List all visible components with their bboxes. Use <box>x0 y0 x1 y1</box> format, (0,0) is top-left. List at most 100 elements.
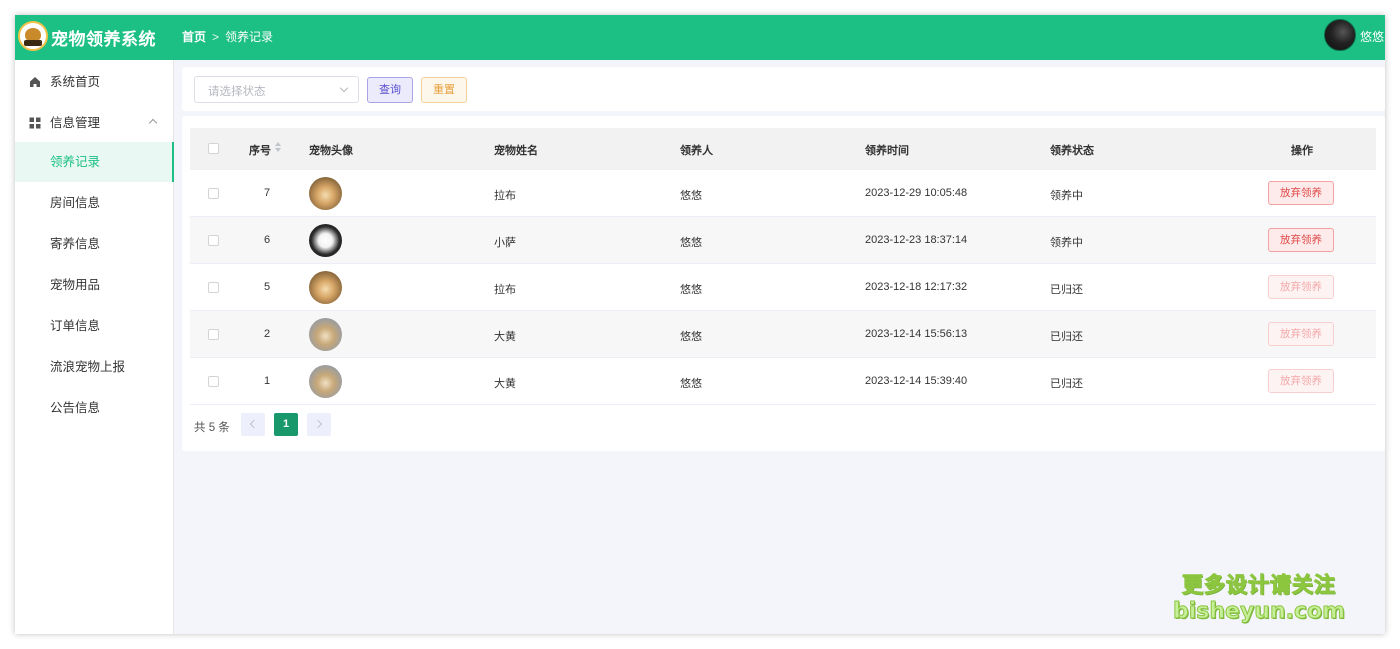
table-row: 7 拉布 悠悠 2023-12-29 10:05:48 领养中 放弃领养 <box>190 170 1376 217</box>
records-table: 序号 宠物头像 宠物姓名 领养人 领养时间 领养状态 操作 7 拉布 悠悠 20… <box>182 116 1385 451</box>
cell-status: 已归还 <box>1050 284 1083 296</box>
cell-time: 2023-12-29 10:05:48 <box>865 187 968 199</box>
chevron-down-icon <box>339 83 349 93</box>
sidebar-item-info-management[interactable]: 信息管理 <box>15 103 174 143</box>
home-icon <box>30 77 40 87</box>
sidebar-item-label: 房间信息 <box>50 196 101 210</box>
reset-button[interactable]: 重置 <box>421 77 467 103</box>
cell-adopter: 悠悠 <box>680 190 702 202</box>
abandon-adoption-button[interactable]: 放弃领养 <box>1268 322 1334 346</box>
cell-status: 已归还 <box>1050 378 1083 390</box>
pet-avatar <box>309 365 342 398</box>
top-header: 宠物领养系统 首页 > 领养记录 悠悠 <box>15 15 1385 60</box>
pet-avatar <box>309 271 342 304</box>
column-header-time: 领养时间 <box>865 145 909 157</box>
cell-no: 5 <box>264 281 271 293</box>
abandon-adoption-button[interactable]: 放弃领养 <box>1268 228 1334 252</box>
sidebar-item-order-info[interactable]: 订单信息 <box>15 306 174 346</box>
row-checkbox[interactable] <box>208 282 219 293</box>
column-header-status: 领养状态 <box>1050 145 1094 157</box>
row-checkbox[interactable] <box>208 188 219 199</box>
user-name[interactable]: 悠悠 <box>1360 28 1384 45</box>
sidebar-item-boarding-info[interactable]: 寄养信息 <box>15 224 174 264</box>
query-button[interactable]: 查询 <box>367 77 413 103</box>
sidebar-item-pet-supplies[interactable]: 宠物用品 <box>15 265 174 305</box>
sidebar-item-label: 公告信息 <box>50 401 101 415</box>
row-checkbox[interactable] <box>208 235 219 246</box>
column-header-avatar: 宠物头像 <box>309 145 353 157</box>
cell-adopter: 悠悠 <box>680 331 702 343</box>
dog-logo-icon <box>18 21 48 51</box>
prev-page-button[interactable] <box>241 413 265 436</box>
cell-time: 2023-12-18 12:17:32 <box>865 281 968 293</box>
column-header-no: 序号 <box>249 145 271 157</box>
row-checkbox[interactable] <box>208 329 219 340</box>
cell-adopter: 悠悠 <box>680 378 702 390</box>
select-all-checkbox[interactable] <box>208 143 219 154</box>
table-row: 6 小萨 悠悠 2023-12-23 18:37:14 领养中 放弃领养 <box>190 217 1376 264</box>
sort-icon[interactable] <box>275 142 282 154</box>
sidebar-item-label: 寄养信息 <box>50 237 101 251</box>
cell-pet-name: 大黄 <box>494 378 516 390</box>
cell-pet-name: 拉布 <box>494 190 516 202</box>
user-avatar[interactable] <box>1324 19 1356 51</box>
status-select-placeholder: 请选择状态 <box>208 86 266 98</box>
abandon-adoption-button[interactable]: 放弃领养 <box>1268 275 1334 299</box>
breadcrumb-current: 领养记录 <box>225 30 274 44</box>
cell-no: 7 <box>264 187 271 199</box>
cell-no: 2 <box>264 328 271 340</box>
breadcrumb-home[interactable]: 首页 <box>182 30 206 44</box>
pet-avatar <box>309 224 342 257</box>
abandon-adoption-button[interactable]: 放弃领养 <box>1268 181 1334 205</box>
cell-adopter: 悠悠 <box>680 237 702 249</box>
column-header-actions: 操作 <box>1291 145 1313 157</box>
table-row: 5 拉布 悠悠 2023-12-18 12:17:32 已归还 放弃领养 <box>190 264 1376 311</box>
app-window: 宠物领养系统 首页 > 领养记录 悠悠 系统首页 信息管理 领养记录 房间信息 寄养… <box>15 15 1385 634</box>
breadcrumb-separator: > <box>212 30 220 44</box>
sidebar: 系统首页 信息管理 领养记录 房间信息 寄养信息 宠物用品 订单信息 流浪宠物上… <box>15 60 174 634</box>
total-count: 共 5 条 <box>194 422 230 434</box>
cell-pet-name: 拉布 <box>494 284 516 296</box>
column-header-adopter: 领养人 <box>680 145 713 157</box>
sidebar-item-label: 系统首页 <box>50 75 101 89</box>
pet-avatar <box>309 177 342 210</box>
cell-time: 2023-12-23 18:37:14 <box>865 234 968 246</box>
cell-time: 2023-12-14 15:39:40 <box>865 375 968 387</box>
breadcrumb: 首页 > 领养记录 <box>182 28 273 45</box>
sidebar-item-label: 流浪宠物上报 <box>50 360 126 374</box>
cell-status: 已归还 <box>1050 331 1083 343</box>
cell-status: 领养中 <box>1050 237 1083 249</box>
cell-pet-name: 小萨 <box>494 237 516 249</box>
sidebar-item-label: 信息管理 <box>50 116 101 130</box>
watermark-line1: 更多设计请关注 <box>1182 574 1337 598</box>
next-page-button[interactable] <box>307 413 331 436</box>
sidebar-item-adoption-records[interactable]: 领养记录 <box>15 142 174 182</box>
cell-pet-name: 大黄 <box>494 331 516 343</box>
sidebar-item-room-info[interactable]: 房间信息 <box>15 183 174 223</box>
cell-no: 6 <box>264 234 271 246</box>
cell-status: 领养中 <box>1050 190 1083 202</box>
search-bar: 请选择状态 查询 重置 <box>182 67 1385 111</box>
watermark-line2: bisheyun.com <box>1172 599 1346 624</box>
abandon-adoption-button[interactable]: 放弃领养 <box>1268 369 1334 393</box>
page-1-button[interactable]: 1 <box>274 413 298 436</box>
sidebar-item-label: 订单信息 <box>50 319 101 333</box>
sidebar-item-label: 宠物用品 <box>50 278 101 292</box>
table-row: 1 大黄 悠悠 2023-12-14 15:39:40 已归还 放弃领养 <box>190 358 1376 405</box>
app-title: 宠物领养系统 <box>51 30 156 49</box>
grid-icon <box>29 117 41 129</box>
chevron-up-icon <box>148 118 158 128</box>
sidebar-item-announcements[interactable]: 公告信息 <box>15 388 174 428</box>
row-checkbox[interactable] <box>208 376 219 387</box>
cell-time: 2023-12-14 15:56:13 <box>865 328 968 340</box>
cell-no: 1 <box>264 375 271 387</box>
cell-adopter: 悠悠 <box>680 284 702 296</box>
watermark: 更多设计请关注 bisheyun.com <box>1172 572 1346 625</box>
pet-avatar <box>309 318 342 351</box>
status-select[interactable]: 请选择状态 <box>194 76 359 103</box>
sidebar-item-label: 领养记录 <box>50 155 101 169</box>
table-header: 序号 宠物头像 宠物姓名 领养人 领养时间 领养状态 操作 <box>190 128 1376 170</box>
column-header-pet-name: 宠物姓名 <box>494 145 538 157</box>
sidebar-item-stray-report[interactable]: 流浪宠物上报 <box>15 347 174 387</box>
sidebar-item-home[interactable]: 系统首页 <box>15 62 174 102</box>
